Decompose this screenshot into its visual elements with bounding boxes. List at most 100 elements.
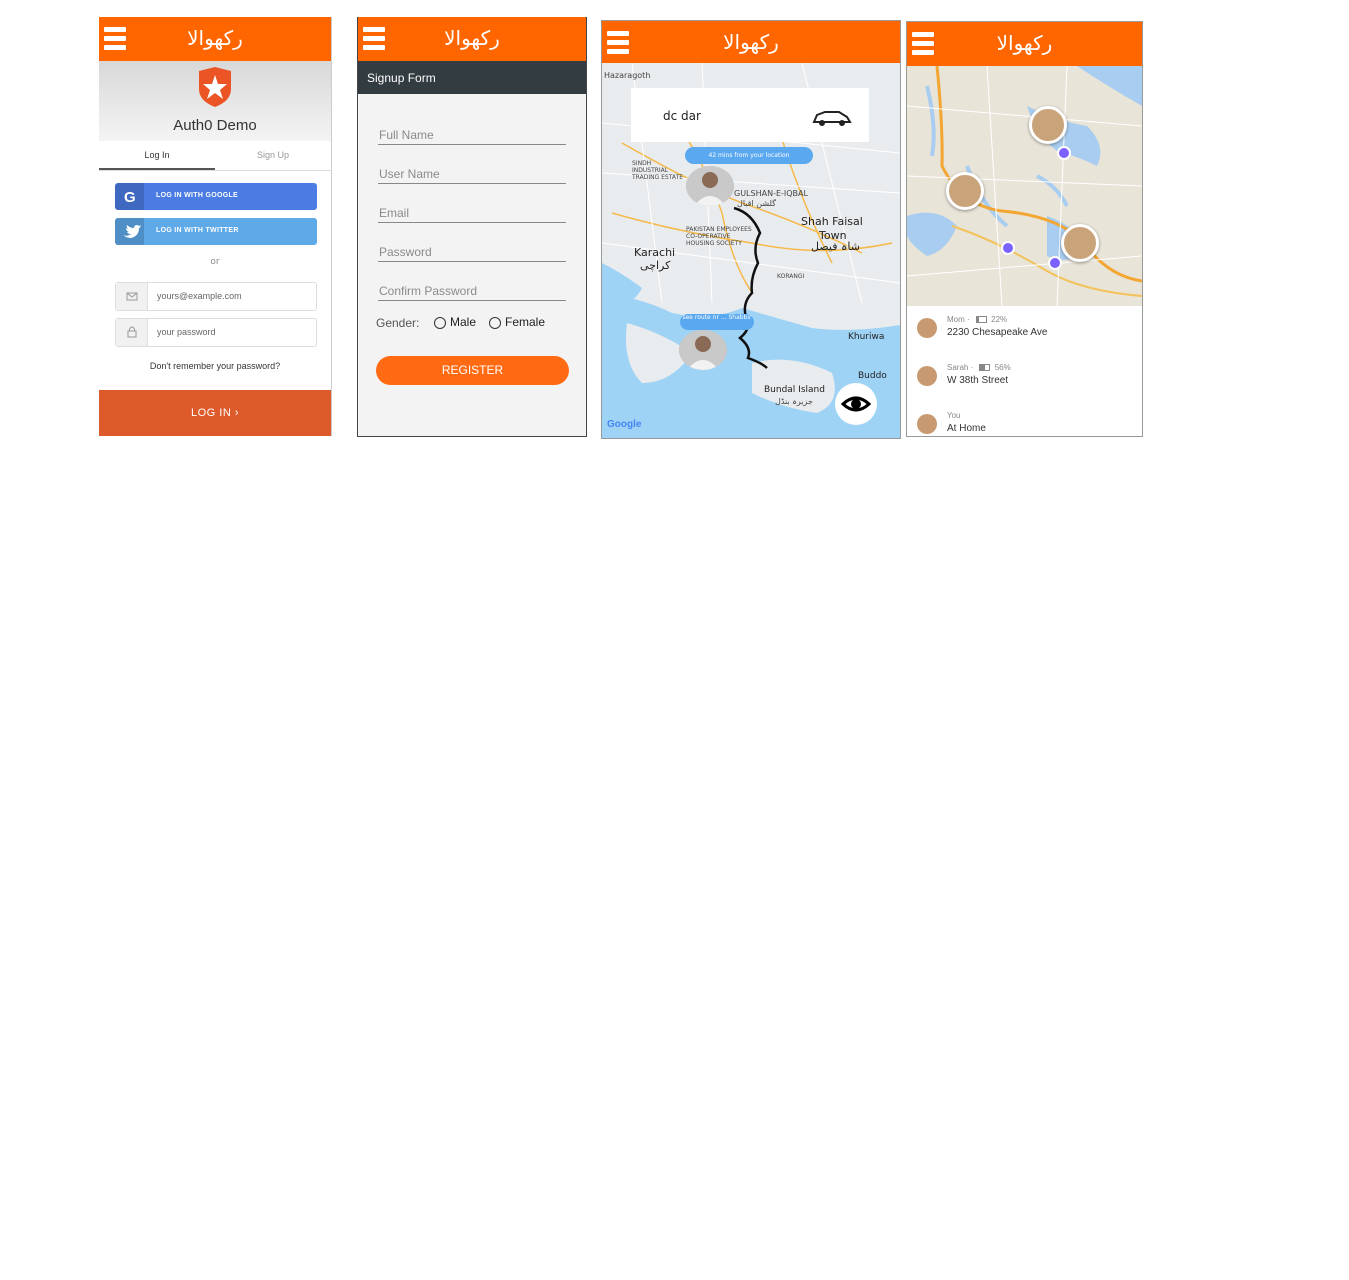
lock-icon — [116, 319, 148, 346]
map-view[interactable] — [907, 66, 1142, 306]
register-button[interactable]: REGISTER — [376, 356, 569, 385]
map-label-shah-faisal-urdu: شاہ فیصل — [811, 240, 860, 253]
google-logo: Google — [607, 419, 641, 430]
form-header: Signup Form — [358, 61, 586, 94]
twitter-icon — [115, 218, 144, 245]
tab-signup[interactable]: Sign Up — [215, 150, 331, 160]
avatar — [917, 366, 937, 386]
field-placeholder: Email — [379, 206, 410, 220]
map-label-gulshan-urdu: گلشن اقبال — [737, 199, 776, 208]
field-placeholder: Full Name — [379, 128, 434, 142]
app-bar: رکھوالا — [602, 21, 900, 65]
map-background — [907, 66, 1142, 306]
password-placeholder: your password — [157, 327, 216, 337]
auth0-logo-icon — [199, 67, 231, 107]
female-label: Female — [505, 315, 546, 329]
member-row-you[interactable]: You At Home — [907, 402, 1142, 436]
forgot-password-link[interactable]: Don't remember your password? — [99, 361, 331, 371]
map-label-bundal-island: Bundal Island — [764, 385, 825, 395]
map-label-khuriwa: Khuriwa — [848, 332, 885, 342]
map-label-site: SINDH INDUSTRIAL TRADING ESTATE — [632, 160, 684, 181]
google-letters: Google — [607, 419, 642, 430]
google-icon: G — [115, 183, 144, 210]
field-placeholder: Password — [379, 245, 432, 259]
email-field[interactable]: yours@example.com — [115, 282, 317, 311]
map-label-korangi: KORANGI — [777, 273, 805, 280]
map-label-hazaragoth: Hazaragoth — [604, 71, 651, 80]
map-label-gulshan: GULSHAN-E-IQBAL — [734, 189, 808, 198]
member-meta: You — [947, 411, 961, 420]
tab-login[interactable]: Log In — [99, 150, 215, 160]
member-pin-mom[interactable] — [1029, 106, 1067, 144]
member-meta: Mom · 22% — [947, 315, 1008, 324]
password-field[interactable]: Password — [378, 243, 566, 262]
battery-level: 56% — [994, 363, 1011, 372]
member-address: 2230 Chesapeake Ave — [947, 327, 1048, 338]
eye-target-icon — [840, 396, 872, 412]
google-login-label: LOG IN WITH GOOGLE — [156, 192, 239, 199]
locate-button[interactable] — [835, 383, 877, 425]
signup-screen: رکھوالا Signup Form Full Name User Name … — [357, 17, 587, 437]
passenger-avatar[interactable] — [679, 330, 727, 370]
member-pin-sarah[interactable] — [946, 172, 984, 210]
user-name-field[interactable]: User Name — [378, 165, 566, 184]
member-name: Sarah — [947, 363, 969, 372]
app-title: رکھوالا — [187, 26, 243, 50]
confirm-password-field[interactable]: Confirm Password — [378, 282, 566, 301]
search-text: dc dar — [663, 109, 701, 123]
app-title: رکھوالا — [444, 26, 500, 50]
female-radio[interactable] — [489, 317, 501, 329]
or-divider: or — [210, 257, 220, 267]
male-radio[interactable] — [434, 317, 446, 329]
field-placeholder: Confirm Password — [379, 284, 478, 298]
avatar — [917, 414, 937, 434]
battery-icon — [979, 364, 991, 372]
active-tab-indicator — [99, 168, 215, 170]
map-label-shah-faisal: Shah Faisal — [801, 215, 863, 228]
app-bar: رکھوالا — [99, 17, 331, 61]
eta-bubble: 42 mins from your location — [685, 147, 813, 164]
map-label-buddo: Buddo — [858, 371, 887, 381]
form-title: Signup Form — [367, 71, 436, 85]
email-field[interactable]: Email — [378, 204, 566, 223]
place-marker[interactable] — [1001, 241, 1015, 255]
battery-level: 22% — [991, 315, 1008, 324]
app-bar: رکھوالا — [907, 22, 1142, 66]
battery-icon — [975, 316, 987, 324]
google-login-button[interactable]: G LOG IN WITH GOOGLE — [115, 183, 317, 210]
full-name-field[interactable]: Full Name — [378, 126, 566, 145]
map-label-bundal-urdu: جزیرہ بنڈل — [775, 397, 813, 406]
route-map-screen: رکھوالا dc dar 42 mins from your locatio… — [601, 20, 901, 439]
member-pin-you[interactable] — [1061, 224, 1099, 262]
member-name: Mom — [947, 315, 965, 324]
email-placeholder: yours@example.com — [157, 291, 242, 301]
member-address: W 38th Street — [947, 375, 1009, 386]
member-row-sarah[interactable]: Sarah · 56% W 38th Street — [907, 354, 1142, 403]
login-submit-button[interactable]: LOG IN › — [99, 390, 331, 436]
member-address: At Home — [947, 423, 986, 434]
member-row-mom[interactable]: Mom · 22% 2230 Chesapeake Ave — [907, 306, 1142, 355]
twitter-login-label: LOG IN WITH TWITTER — [156, 227, 239, 234]
password-field[interactable]: your password — [115, 318, 317, 347]
search-card[interactable]: dc dar — [631, 88, 869, 142]
member-name: You — [947, 411, 961, 420]
avatar — [917, 318, 937, 338]
svg-text:G: G — [124, 189, 136, 206]
map-label-pechs: PAKISTAN EMPLOYEES CO-OPERATIVE HOUSING … — [686, 226, 752, 247]
envelope-icon — [116, 283, 148, 310]
auth-tabs: Log In Sign Up — [99, 142, 331, 171]
login-screen: رکھوالا Auth0 Demo Log In Sign Up G LOG … — [99, 17, 332, 436]
auth-header: Auth0 Demo — [99, 61, 331, 141]
field-placeholder: User Name — [379, 167, 440, 181]
car-icon — [812, 111, 852, 126]
place-marker[interactable] — [1057, 146, 1071, 160]
place-marker[interactable] — [1048, 256, 1062, 270]
app-bar: رکھوالا — [358, 17, 586, 61]
twitter-login-button[interactable]: LOG IN WITH TWITTER — [115, 218, 317, 245]
map-label-karachi: Karachi — [634, 246, 676, 259]
driver-avatar[interactable] — [686, 166, 734, 206]
app-title: رکھوالا — [723, 30, 779, 54]
male-label: Male — [450, 315, 477, 329]
map-view[interactable]: dc dar 42 mins from your location see ro… — [602, 63, 900, 438]
member-meta: Sarah · 56% — [947, 363, 1011, 372]
